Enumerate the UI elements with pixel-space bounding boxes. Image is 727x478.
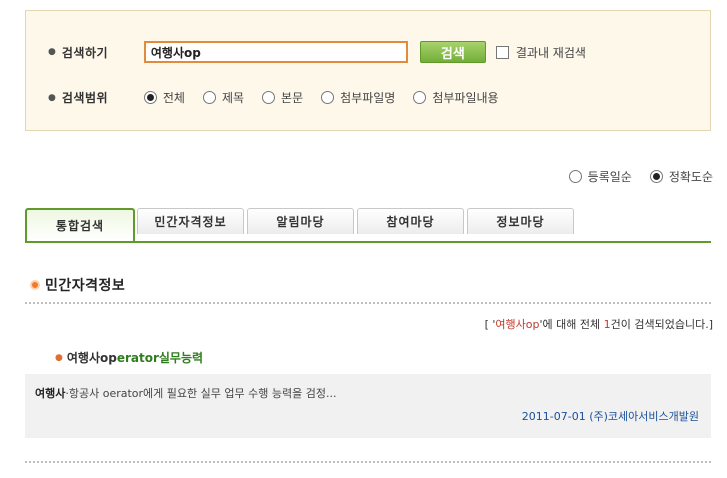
- result-meta: 2011-07-01 (주)코세아서비스개발원: [522, 408, 699, 424]
- radio-button[interactable]: [321, 91, 335, 104]
- sort-option-label: 등록일순: [587, 170, 632, 184]
- divider: [25, 302, 711, 304]
- result-title-prefix: 여행사op: [66, 351, 117, 365]
- section-title: 민간자격정보: [30, 275, 125, 295]
- tab-notice[interactable]: 알림마당: [247, 208, 354, 234]
- result-summary: [ '여행사op'에 대해 전체 1건이 검색되었습니다.]: [485, 316, 713, 332]
- summary-keyword: 여행사op: [495, 318, 540, 331]
- scope-option-body[interactable]: 본문: [262, 89, 303, 106]
- scope-option-label: 제목: [221, 91, 245, 105]
- search-input[interactable]: [143, 41, 408, 63]
- sort-option-label: 정확도순: [668, 170, 713, 184]
- summary-count: 1: [603, 318, 611, 331]
- bullet-icon: ●: [55, 352, 63, 363]
- scope-option-attachment-name[interactable]: 첨부파일명: [321, 89, 395, 106]
- divider: [25, 461, 711, 463]
- radio-button[interactable]: [568, 170, 582, 183]
- result-description: 여행사·항공사 oerator에게 필요한 실무 업무 수행 능력을 검정...: [35, 385, 336, 401]
- bullet-icon: ●: [48, 92, 56, 103]
- tab-bar: 통합검색 민간자격정보 알림마당 참여마당 정보마당: [25, 208, 711, 243]
- scope-option-attachment-content[interactable]: 첨부파일내용: [413, 89, 499, 106]
- research-checkbox[interactable]: [495, 45, 509, 59]
- bullet-icon: ●: [48, 47, 56, 57]
- radio-button[interactable]: [413, 91, 427, 104]
- scope-label: 검색범위: [61, 91, 109, 105]
- result-title-highlight: erator실무능력: [116, 351, 204, 365]
- result-desc-text: ·항공사 oerator에게 필요한 실무 업무 수행 능력을 검정...: [65, 387, 337, 400]
- result-item: 여행사·항공사 oerator에게 필요한 실무 업무 수행 능력을 검정...…: [25, 374, 711, 438]
- page: ● 검색하기 검색 결과내 재검색 ● 검색범위 전체 제목: [0, 0, 727, 478]
- summary-middle: '에 대해 전체: [539, 318, 604, 331]
- sort-options: 등록일순 정확도순: [551, 168, 713, 185]
- search-panel: ● 검색하기 검색 결과내 재검색 ● 검색범위 전체 제목: [25, 10, 711, 131]
- scope-options: 전체 제목 본문 첨부파일명 첨부파일내용: [143, 89, 517, 106]
- scope-row: ● 검색범위 전체 제목 본문 첨부파일명 첨부파일내용: [48, 89, 517, 106]
- section-title-text: 민간자격정보: [45, 278, 126, 294]
- result-desc-keyword: 여행사: [35, 387, 66, 400]
- radio-button[interactable]: [649, 170, 663, 183]
- radio-button[interactable]: [143, 91, 157, 104]
- summary-prefix: [ ': [484, 318, 496, 331]
- tab-integrated-search[interactable]: 통합검색: [25, 208, 135, 241]
- scope-option-label: 전체: [162, 91, 185, 105]
- scope-option-label: 첨부파일내용: [432, 91, 499, 105]
- result-org: (주)코세아서비스개발원: [589, 410, 699, 423]
- result-title-link[interactable]: ● 여행사op erator실무능력: [55, 349, 203, 366]
- scope-option-title[interactable]: 제목: [202, 89, 245, 106]
- scope-option-label: 첨부파일명: [340, 91, 396, 105]
- search-row: ● 검색하기 검색 결과내 재검색: [48, 41, 586, 63]
- bullet-icon: [30, 280, 40, 290]
- radio-button[interactable]: [262, 91, 276, 104]
- search-label: 검색하기: [61, 45, 109, 60]
- sort-option-accuracy[interactable]: 정확도순: [649, 168, 713, 185]
- sort-option-date[interactable]: 등록일순: [568, 168, 632, 185]
- summary-suffix: 건이 검색되었습니다.]: [610, 318, 713, 331]
- research-label: 결과내 재검색: [515, 45, 586, 60]
- tab-participation[interactable]: 참여마당: [357, 208, 464, 234]
- search-button[interactable]: 검색: [419, 41, 486, 63]
- result-date: 2011-07-01: [521, 410, 586, 423]
- scope-option-all[interactable]: 전체: [143, 89, 185, 106]
- tab-private-qualification[interactable]: 민간자격정보: [137, 208, 244, 234]
- radio-button[interactable]: [202, 91, 216, 104]
- scope-option-label: 본문: [281, 91, 304, 105]
- tab-information[interactable]: 정보마당: [467, 208, 574, 234]
